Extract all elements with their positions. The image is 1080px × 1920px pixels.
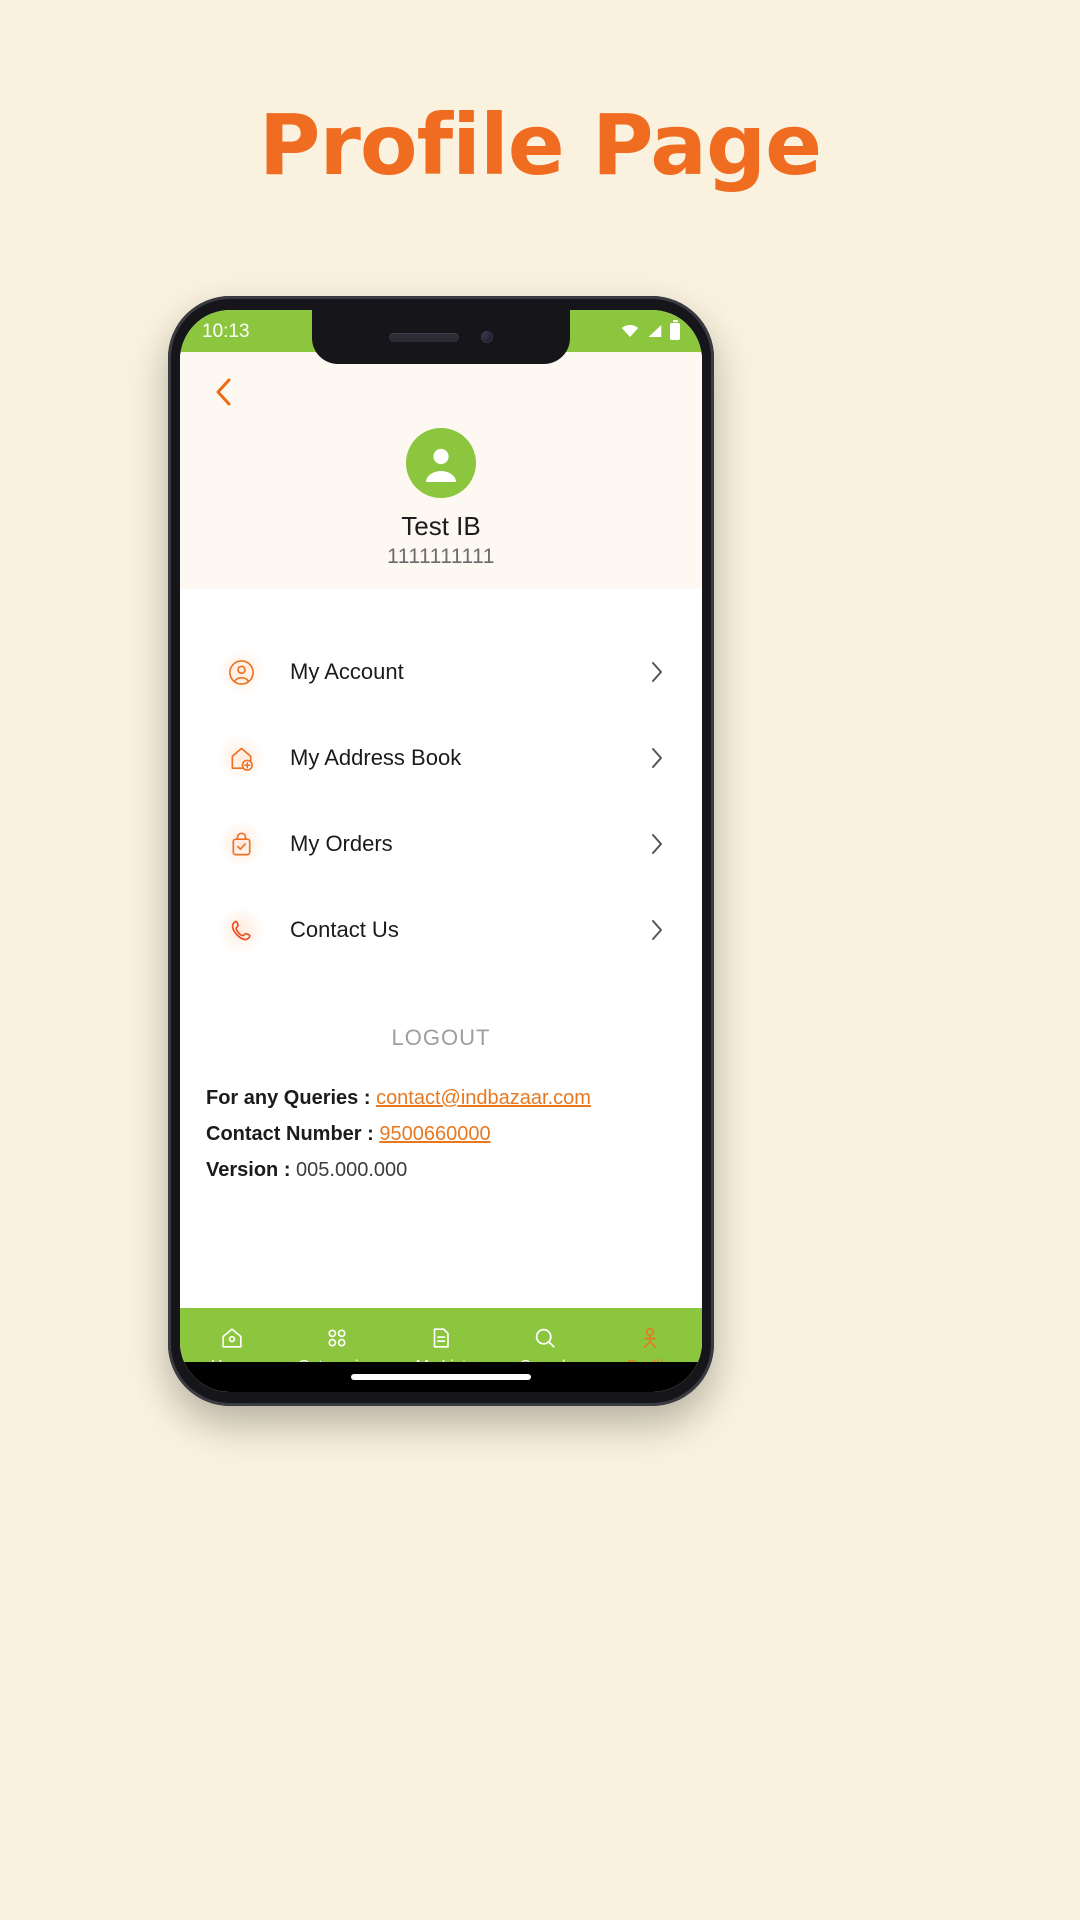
phone-mockup: 10:13 Test IB 1111111111 My Account My A… (168, 296, 714, 1406)
phone-notch (312, 310, 570, 364)
home-add-icon (218, 735, 264, 781)
page-root: Profile Page 10:13 Test IB 1111111111 My… (0, 0, 1080, 1920)
back-button[interactable] (206, 374, 242, 410)
footer-info: For any Queries : contact@indbazaar.com … (180, 1051, 702, 1195)
user-circle-icon (218, 649, 264, 695)
phone-screen: 10:13 Test IB 1111111111 My Account My A… (180, 310, 702, 1392)
menu-item-label: Contact Us (290, 917, 399, 942)
profile-header: Test IB 1111111111 (180, 352, 702, 589)
user-avatar-icon (426, 448, 456, 482)
profile-menu: My Account My Address Book My Orders Con… (180, 589, 702, 973)
chevron-right-icon (652, 834, 662, 854)
app-screen: Test IB 1111111111 My Account My Address… (180, 352, 702, 1392)
earpiece-speaker (389, 332, 459, 342)
contact-number-link[interactable]: 9500660000 (379, 1123, 490, 1145)
grid-icon (328, 1328, 346, 1347)
version-label: Version : (206, 1159, 297, 1181)
front-camera (481, 331, 493, 343)
document-icon (433, 1327, 449, 1348)
menu-item-my-orders[interactable]: My Orders (180, 801, 702, 887)
contact-label: Contact Number : (206, 1123, 380, 1145)
home-icon (222, 1327, 242, 1348)
version-line: Version : 005.000.000 (206, 1159, 676, 1182)
chevron-left-icon (216, 378, 231, 406)
status-icons (621, 319, 684, 340)
avatar (406, 428, 476, 498)
chevron-right-icon (652, 748, 662, 768)
phone-icon (218, 907, 264, 953)
queries-email-link[interactable]: contact@indbazaar.com (376, 1087, 591, 1109)
page-title: Profile Page (258, 96, 822, 194)
home-indicator-bar (351, 1374, 531, 1380)
user-name: Test IB (401, 511, 481, 541)
queries-line: For any Queries : contact@indbazaar.com (206, 1087, 676, 1110)
signal-icon (648, 325, 662, 337)
chevron-right-icon (652, 920, 662, 940)
user-phone: 1111111111 (387, 545, 495, 568)
menu-item-my-address-book[interactable]: My Address Book (180, 715, 702, 801)
queries-label: For any Queries : (206, 1087, 377, 1109)
menu-item-label: My Address Book (290, 745, 462, 770)
shopping-bag-check-icon (218, 821, 264, 867)
menu-item-label: My Orders (290, 831, 393, 856)
status-time: 10:13 (202, 320, 250, 342)
logout-button[interactable]: LOGOUT (180, 1025, 702, 1051)
contact-line: Contact Number : 9500660000 (206, 1123, 676, 1146)
battery-icon (670, 319, 680, 340)
avatar-wrapper (180, 428, 702, 498)
version-value: 005.000.000 (296, 1159, 408, 1181)
menu-item-label: My Account (290, 659, 404, 684)
menu-item-my-account[interactable]: My Account (180, 629, 702, 715)
person-icon (643, 1327, 657, 1348)
search-icon (536, 1328, 556, 1348)
home-indicator (180, 1362, 702, 1392)
menu-item-contact-us[interactable]: Contact Us (180, 887, 702, 973)
chevron-right-icon (652, 662, 662, 682)
wifi-icon (621, 324, 639, 337)
